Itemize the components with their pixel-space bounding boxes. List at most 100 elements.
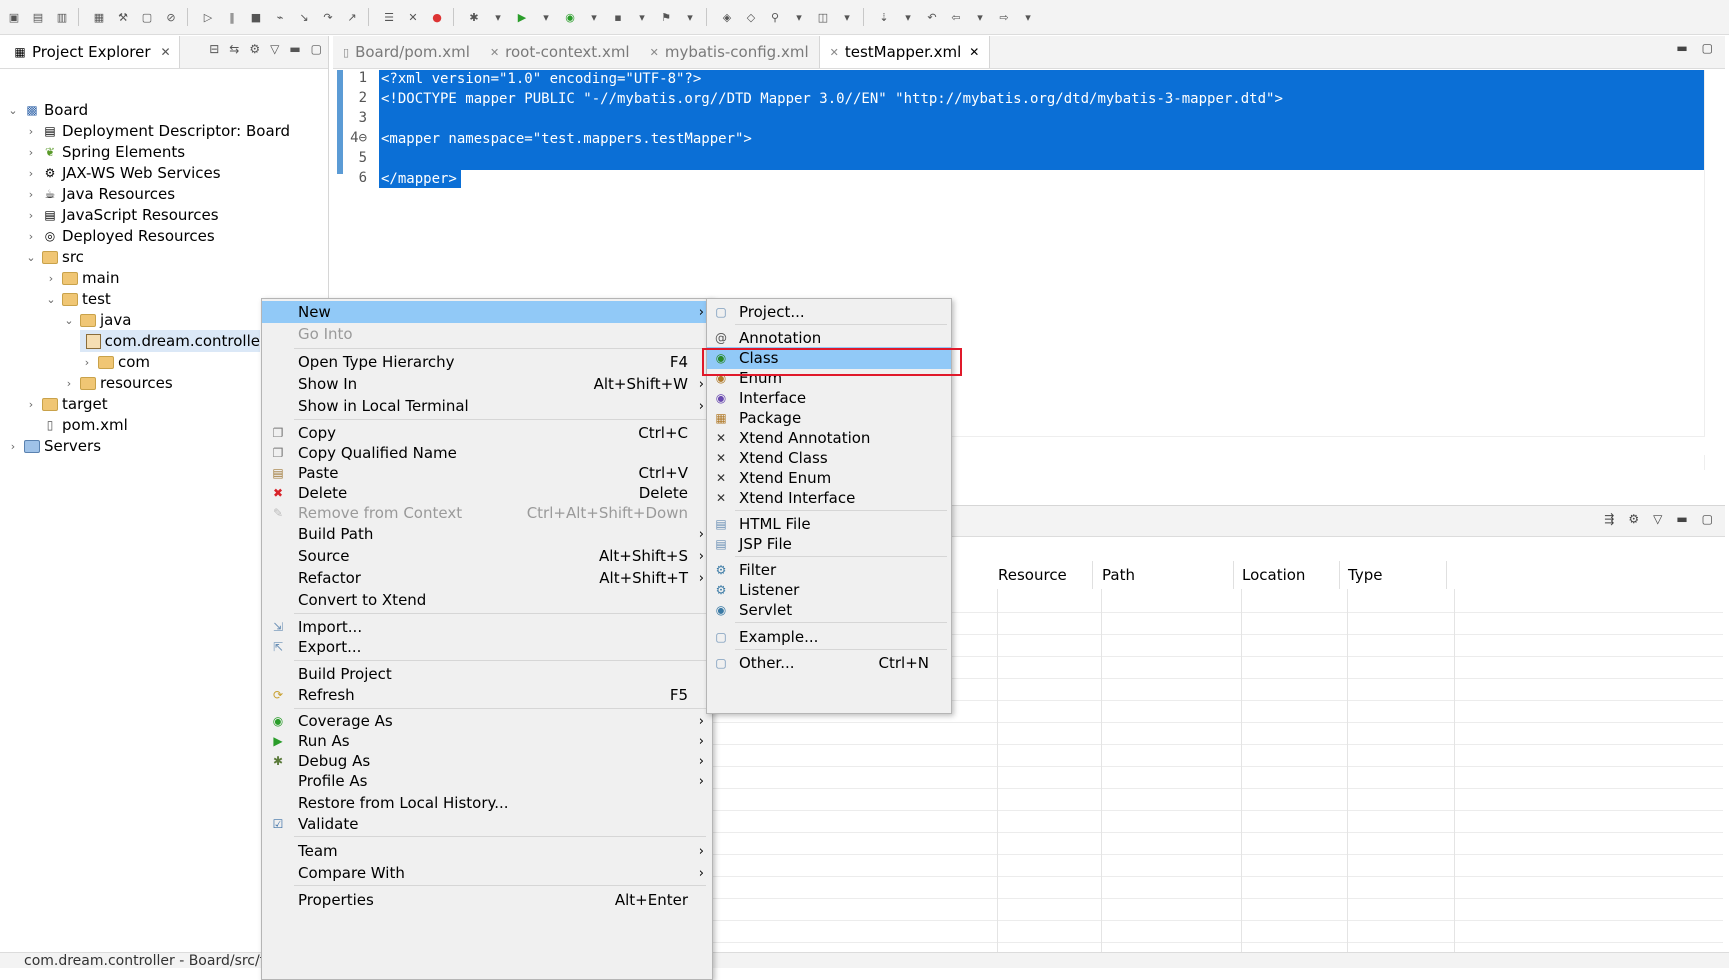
search-icon[interactable]: ⚲ (765, 7, 785, 27)
menu-item-paste[interactable]: ▤ Paste Ctrl+V (262, 462, 712, 484)
tree-item-servers[interactable]: › Servers (6, 435, 101, 457)
submenu-item-other[interactable]: ▢ Other... Ctrl+N (707, 652, 951, 674)
tab-project-explorer[interactable]: ▦ Project Explorer ✕ (0, 36, 180, 68)
submenu-item-listener[interactable]: ⚙ Listener (707, 579, 951, 601)
step-into-icon[interactable]: ↘ (294, 7, 314, 27)
xtend-icon[interactable]: ✕ (403, 7, 423, 27)
submenu-item-example[interactable]: ▢ Example... (707, 626, 951, 648)
dropdown-arrow-icon[interactable]: ▾ (837, 7, 857, 27)
tab-board-pom[interactable]: ▯ Board/pom.xml (333, 36, 480, 68)
chevron-right-icon[interactable]: › (24, 146, 38, 159)
menu-item-go-into[interactable]: Go Into (262, 323, 712, 345)
tree-item-deployment-descriptor[interactable]: › ▤ Deployment Descriptor: Board (24, 120, 290, 142)
chevron-right-icon[interactable]: › (24, 125, 38, 138)
step-over-icon[interactable]: ↷ (318, 7, 338, 27)
vertical-scrollbar[interactable] (1704, 70, 1723, 470)
submenu-item-project[interactable]: ▢ Project... (707, 301, 951, 323)
tab-mybatis-config[interactable]: ✕ mybatis-config.xml (640, 36, 819, 68)
dropdown-arrow-icon[interactable]: ▾ (584, 7, 604, 27)
save-all-icon[interactable]: ▥ (52, 7, 72, 27)
menu-item-copy-qualified-name[interactable]: ❐ Copy Qualified Name (262, 442, 712, 464)
maximize-icon[interactable]: ▢ (1702, 512, 1713, 526)
tree-item-pom-xml[interactable]: ▯ pom.xml (24, 414, 128, 436)
tree-item-com-dream-controller[interactable]: com.dream.controlle (80, 330, 260, 352)
menu-item-delete[interactable]: ✖ Delete Delete (262, 482, 712, 504)
maximize-icon[interactable]: ▢ (1702, 41, 1713, 55)
submenu-item-html-file[interactable]: ▤ HTML File (707, 513, 951, 535)
menu-item-validate[interactable]: ☑ Validate (262, 813, 712, 835)
link-with-editor-icon[interactable]: ⇆ (229, 42, 239, 56)
minimize-icon[interactable]: ▬ (1676, 41, 1687, 55)
open-folder-icon[interactable]: ◫ (813, 7, 833, 27)
terminate-icon[interactable]: ■ (246, 7, 266, 27)
column-header-type[interactable]: Type (1340, 561, 1447, 589)
tree-item-spring-elements[interactable]: › ❦ Spring Elements (24, 141, 185, 163)
server-icon[interactable]: ● (427, 7, 447, 27)
menu-item-convert-to-xtend[interactable]: Convert to Xtend (262, 589, 712, 611)
last-edit-icon[interactable]: ↶ (922, 7, 942, 27)
chevron-down-icon[interactable]: ⌄ (62, 314, 76, 327)
binary-icon[interactable]: ▦ (89, 7, 109, 27)
menu-item-new[interactable]: New › (262, 301, 712, 323)
chevron-right-icon[interactable]: › (6, 440, 20, 453)
filter-icon[interactable]: ⚙ (249, 42, 260, 56)
menu-item-show-in-local-terminal[interactable]: Show in Local Terminal › (262, 395, 712, 417)
suspend-icon[interactable]: ‖ (222, 7, 242, 27)
minimize-icon[interactable]: ▬ (289, 42, 300, 56)
dropdown-arrow-icon[interactable]: ▾ (970, 7, 990, 27)
tree-item-src[interactable]: ⌄ src (24, 246, 84, 268)
menu-item-open-type-hierarchy[interactable]: Open Type Hierarchy F4 (262, 351, 712, 373)
tree-item-deployed-resources[interactable]: › ◎ Deployed Resources (24, 225, 215, 247)
disconnect-icon[interactable]: ⌁ (270, 7, 290, 27)
open-type-icon[interactable]: ◈ (717, 7, 737, 27)
next-annotation-icon[interactable]: ⇣ (874, 7, 894, 27)
filter-icon[interactable]: ⚙ (1628, 512, 1639, 526)
task-list-icon[interactable]: ☰ (379, 7, 399, 27)
run-search-icon[interactable]: ⇶ (1604, 512, 1614, 526)
view-menu-icon[interactable]: ▽ (1653, 512, 1662, 526)
minimize-icon[interactable]: ▬ (1676, 512, 1687, 526)
dropdown-arrow-icon[interactable]: ▾ (1018, 7, 1038, 27)
chevron-right-icon[interactable]: › (24, 230, 38, 243)
chevron-right-icon[interactable]: › (24, 188, 38, 201)
dropdown-arrow-icon[interactable]: ▾ (488, 7, 508, 27)
tree-item-javascript-resources[interactable]: › ▤ JavaScript Resources (24, 204, 219, 226)
menu-item-team[interactable]: Team › (262, 840, 712, 862)
tree-item-jax-ws[interactable]: › ⚙ JAX-WS Web Services (24, 162, 221, 184)
open-task-icon[interactable]: ◇ (741, 7, 761, 27)
menu-item-debug-as[interactable]: ✱ Debug As › (262, 750, 712, 772)
tree-item-resources[interactable]: › resources (62, 372, 173, 394)
menu-item-export[interactable]: ⇱ Export... (262, 636, 712, 658)
debug-icon[interactable]: ✱ (464, 7, 484, 27)
tab-root-context[interactable]: ✕ root-context.xml (480, 36, 640, 68)
menu-item-compare-with[interactable]: Compare With › (262, 862, 712, 884)
tree-item-java[interactable]: ⌄ java (62, 309, 131, 331)
chevron-right-icon[interactable]: › (24, 209, 38, 222)
resume-icon[interactable]: ▷ (198, 7, 218, 27)
submenu-item-xtend-class[interactable]: ✕ Xtend Class (707, 447, 951, 469)
tree-item-main[interactable]: › main (44, 267, 120, 289)
step-return-icon[interactable]: ↗ (342, 7, 362, 27)
chevron-right-icon[interactable]: › (24, 167, 38, 180)
build-icon[interactable]: ⚒ (113, 7, 133, 27)
tree-item-java-resources[interactable]: › ☕ Java Resources (24, 183, 175, 205)
dropdown-arrow-icon[interactable]: ▾ (680, 7, 700, 27)
skip-breakpoints-icon[interactable]: ⊘ (161, 7, 181, 27)
menu-item-copy[interactable]: ❐ Copy Ctrl+C (262, 422, 712, 444)
maximize-icon[interactable]: ▢ (311, 42, 322, 56)
new-wizard-icon[interactable]: ▣ (4, 7, 24, 27)
menu-item-build-path[interactable]: Build Path › (262, 523, 712, 545)
submenu-item-xtend-annotation[interactable]: ✕ Xtend Annotation (707, 427, 951, 449)
menu-item-coverage-as[interactable]: ◉ Coverage As › (262, 710, 712, 732)
menu-item-profile-as[interactable]: Profile As › (262, 770, 712, 792)
close-icon[interactable]: ✕ (969, 45, 979, 59)
submenu-item-servlet[interactable]: ◉ Servlet (707, 599, 951, 621)
back-icon[interactable]: ⇦ (946, 7, 966, 27)
menu-item-refresh[interactable]: ⟳ Refresh F5 (262, 684, 712, 706)
submenu-item-filter[interactable]: ⚙ Filter (707, 559, 951, 581)
menu-item-refactor[interactable]: Refactor Alt+Shift+T › (262, 567, 712, 589)
chevron-down-icon[interactable]: ⌄ (6, 104, 20, 117)
column-header-resource[interactable]: Resource (990, 561, 1093, 589)
dropdown-arrow-icon[interactable]: ▾ (898, 7, 918, 27)
column-header-path[interactable]: Path (1094, 561, 1234, 589)
